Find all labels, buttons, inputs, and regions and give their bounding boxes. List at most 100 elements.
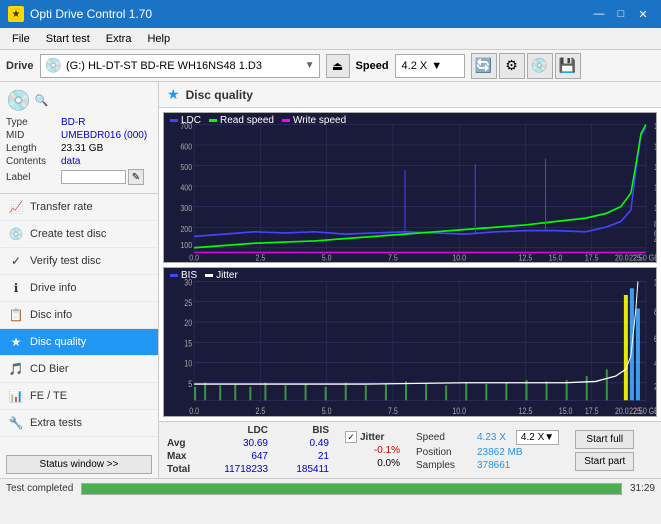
titlebar: ★ Opti Drive Control 1.70 — □ ✕: [0, 0, 661, 28]
disc-info-label: Disc info: [30, 309, 72, 321]
disc-large-icon: 💿: [6, 88, 31, 113]
sidebar-item-extra-tests[interactable]: 🔧 Extra tests: [0, 410, 158, 437]
samples-row: Samples 378661: [416, 460, 559, 471]
jitter-dot: [205, 274, 213, 277]
start-full-button[interactable]: Start full: [575, 430, 634, 449]
read-speed-label: Read speed: [220, 115, 274, 126]
menubar: File Start test Extra Help: [0, 28, 661, 50]
disc-length-row: Length 23.31 GB: [6, 143, 152, 154]
avg-label: Avg: [167, 438, 207, 449]
speed-stat-value: 4.23 X: [477, 432, 506, 443]
disc-action-button[interactable]: 💿: [527, 53, 553, 79]
sidebar-item-transfer-rate[interactable]: 📈 Transfer rate: [0, 194, 158, 221]
svg-text:0.0: 0.0: [189, 404, 199, 415]
jitter-checkbox[interactable]: ✓: [345, 431, 357, 443]
titlebar-controls[interactable]: — □ ✕: [589, 5, 653, 23]
sidebar-item-disc-info[interactable]: 📋 Disc info: [0, 302, 158, 329]
write-speed-label: Write speed: [293, 115, 346, 126]
legend-ldc: LDC: [170, 115, 201, 126]
legend-write-speed: Write speed: [282, 115, 346, 126]
svg-text:12.5: 12.5: [519, 253, 533, 262]
label-input[interactable]: [61, 170, 126, 184]
start-buttons: Start full Start part: [575, 430, 634, 471]
sidebar-item-disc-quality[interactable]: ★ Disc quality: [0, 329, 158, 356]
maximize-button[interactable]: □: [611, 5, 631, 23]
chart1-legend: LDC Read speed Write speed: [170, 115, 346, 126]
disc-info-header: 💿 🔍: [6, 88, 152, 113]
svg-text:18X: 18X: [654, 122, 656, 132]
label-edit-button[interactable]: ✎: [128, 169, 144, 185]
max-label: Max: [167, 451, 207, 462]
extra-tests-label: Extra tests: [30, 417, 82, 429]
titlebar-title: Opti Drive Control 1.70: [30, 7, 152, 21]
titlebar-left: ★ Opti Drive Control 1.70: [8, 6, 152, 22]
menu-help[interactable]: Help: [139, 31, 178, 47]
sidebar-item-verify-test-disc[interactable]: ✓ Verify test disc: [0, 248, 158, 275]
disc-label-row: Label ✎: [6, 169, 152, 185]
sidebar-item-drive-info[interactable]: ℹ Drive info: [0, 275, 158, 302]
bis-header: BIS: [274, 425, 329, 436]
content-header-icon: ★: [167, 86, 180, 103]
total-bis: 185411: [274, 464, 329, 475]
max-jitter: 0.0%: [345, 458, 400, 469]
settings-button[interactable]: ⚙: [499, 53, 525, 79]
svg-text:7.5: 7.5: [388, 253, 398, 262]
svg-text:14X: 14X: [654, 163, 656, 173]
close-button[interactable]: ✕: [633, 5, 653, 23]
drive-info-icon: ℹ: [8, 280, 24, 296]
start-part-button[interactable]: Start part: [575, 452, 634, 471]
speed-select[interactable]: 4.2 X ▼: [516, 430, 559, 445]
avg-bis: 0.49: [274, 438, 329, 449]
contents-value: data: [61, 156, 152, 167]
drivebar-icons: 🔄 ⚙ 💿 💾: [471, 53, 581, 79]
sidebar-item-cd-bier[interactable]: 🎵 CD Bier: [0, 356, 158, 383]
length-label: Length: [6, 143, 61, 154]
speed-row: Speed 4.23 X 4.2 X ▼: [416, 430, 559, 445]
svg-text:12X: 12X: [654, 183, 656, 193]
disc-info-panel: 💿 🔍 Type BD-R MID UMEBDR016 (000) Length…: [0, 82, 158, 194]
speed-select-value: 4.2 X: [521, 432, 544, 443]
legend-read-speed: Read speed: [209, 115, 274, 126]
menu-start-test[interactable]: Start test: [38, 31, 98, 47]
menu-extra[interactable]: Extra: [98, 31, 140, 47]
svg-text:10.0: 10.0: [452, 253, 466, 262]
samples-label: Samples: [416, 460, 471, 471]
avg-ldc: 30.69: [213, 438, 268, 449]
drive-dropdown-arrow: ▼: [305, 60, 315, 71]
transfer-rate-icon: 📈: [8, 199, 24, 215]
svg-text:16X: 16X: [654, 142, 656, 152]
sidebar-item-create-test-disc[interactable]: 💿 Create test disc: [0, 221, 158, 248]
cd-bier-icon: 🎵: [8, 361, 24, 377]
jitter-checkbox-row: ✓ Jitter: [345, 431, 384, 443]
mid-value: UMEBDR016 (000): [61, 130, 152, 141]
speed-value: 4.2 X: [402, 60, 428, 72]
content-header: ★ Disc quality: [159, 82, 661, 108]
content-header-title: Disc quality: [186, 88, 253, 102]
statusbar: Test completed 31:29: [0, 478, 661, 498]
svg-text:10: 10: [184, 357, 192, 368]
bis-label: BIS: [181, 270, 197, 281]
svg-text:600: 600: [180, 142, 192, 152]
avg-row: Avg 30.69 0.49: [167, 438, 329, 449]
ldc-header: LDC: [213, 425, 268, 436]
save-button[interactable]: 💾: [555, 53, 581, 79]
status-window-button[interactable]: Status window >>: [6, 455, 152, 474]
speed-selector[interactable]: 4.2 X ▼: [395, 54, 465, 78]
status-text: Test completed: [6, 483, 73, 494]
content-area: ★ Disc quality LDC Read speed: [159, 82, 661, 478]
drive-selector[interactable]: 💿 (G:) HL-DT-ST BD-RE WH16NS48 1.D3 ▼: [40, 54, 320, 78]
minimize-button[interactable]: —: [589, 5, 609, 23]
chart1-svg-wrap: 700 600 500 400 300 200 100 18X 16X 14X …: [164, 113, 656, 262]
menu-file[interactable]: File: [4, 31, 38, 47]
transfer-rate-label: Transfer rate: [30, 201, 93, 213]
sidebar-item-fe-te[interactable]: 📊 FE / TE: [0, 383, 158, 410]
refresh-button[interactable]: 🔄: [471, 53, 497, 79]
eject-button[interactable]: ⏏: [326, 54, 350, 78]
disc-contents-row: Contents data: [6, 156, 152, 167]
disc-type-row: Type BD-R: [6, 117, 152, 128]
ldc-bis-stats: LDC BIS Avg 30.69 0.49 Max 647 21 Total …: [167, 425, 329, 475]
svg-text:17.5: 17.5: [585, 253, 599, 262]
total-ldc: 11718233: [213, 464, 268, 475]
svg-text:500: 500: [180, 163, 192, 173]
svg-text:4X: 4X: [654, 236, 656, 246]
